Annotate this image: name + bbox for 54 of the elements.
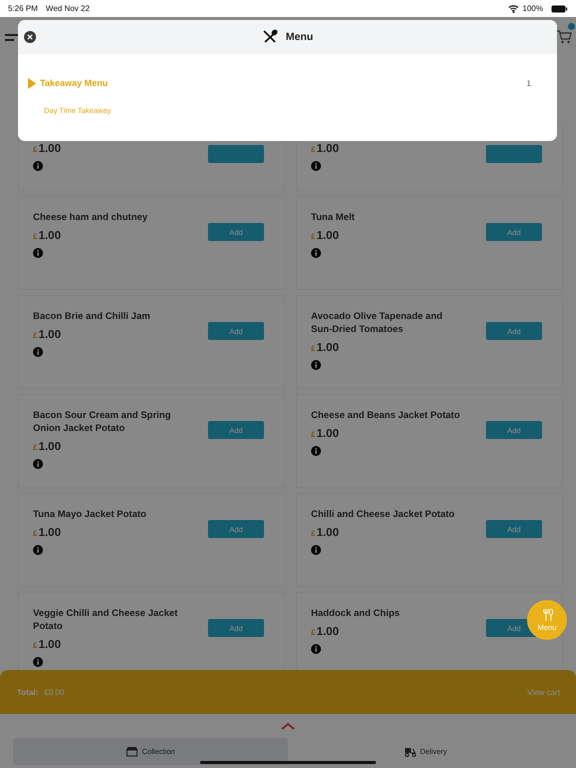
menu-icon[interactable] [5, 34, 18, 40]
info-icon[interactable] [33, 248, 43, 258]
product-price: £1.00 [33, 329, 62, 341]
total-amount: £0.00 [44, 688, 64, 696]
info-icon[interactable] [311, 644, 321, 654]
info-icon[interactable] [311, 360, 321, 370]
view-cart-link[interactable]: View cart [527, 688, 560, 696]
product-name: Tuna Melt [311, 211, 356, 224]
product-price: £1.00 [311, 428, 340, 440]
product-name: Haddock and Chips [311, 607, 401, 620]
product-price: £1.00 [33, 143, 62, 155]
cutlery-icon [262, 29, 278, 45]
info-icon[interactable] [311, 545, 321, 555]
store-icon [126, 746, 138, 757]
status-time: 5:26 PM [8, 4, 38, 13]
product-price: £1.00 [311, 143, 340, 155]
product-name: Chilli and Cheese Jacket Potato [311, 508, 456, 521]
cart-badge [568, 23, 575, 30]
cutlery-icon [542, 608, 552, 620]
scooter-icon [404, 746, 416, 757]
info-icon[interactable] [33, 347, 43, 357]
wifi-icon [508, 4, 519, 13]
product-name: Tuna Mayo Jacket Potato [33, 508, 148, 521]
product-price: £1.00 [311, 626, 340, 638]
cart-icon[interactable] [556, 29, 572, 45]
product-name: Veggie Chilli and Cheese Jacket Potato [33, 607, 179, 633]
info-icon[interactable] [33, 545, 43, 555]
battery-icon [551, 4, 568, 12]
product-price: £1.00 [33, 639, 62, 651]
status-date: Wed Nov 22 [46, 4, 90, 13]
battery-level: 100% [522, 4, 543, 13]
product-name: Bacon Sour Cream and Spring Onion Jacket Potato [33, 409, 172, 435]
chevron-up-icon[interactable] [281, 722, 295, 730]
close-icon[interactable] [24, 31, 36, 43]
total-label: Total: [17, 688, 38, 696]
info-icon[interactable] [33, 657, 43, 667]
product-name: Cheese ham and chutney [33, 211, 149, 224]
product-price: £1.00 [311, 527, 340, 539]
info-icon[interactable] [311, 161, 321, 171]
product-price: £1.00 [33, 230, 62, 242]
menu-group-item[interactable]: Takeaway Menu [40, 78, 108, 88]
product-price: £1.00 [311, 342, 340, 354]
modal-title: Menu [286, 31, 314, 43]
product-price: £1.00 [33, 527, 62, 539]
product-name: Avocado Olive Tapenade and Sun-Dried Tomatoes [311, 310, 444, 336]
item-count: 1 [526, 78, 531, 88]
product-price: £1.00 [311, 230, 340, 242]
product-name: Bacon Brie and Chilli Jam [33, 310, 152, 323]
info-icon[interactable] [33, 161, 43, 171]
info-icon[interactable] [33, 459, 43, 469]
info-icon[interactable] [311, 248, 321, 258]
product-price: £1.00 [33, 441, 62, 453]
info-icon[interactable] [311, 446, 321, 456]
product-name: Cheese and Beans Jacket Potato [311, 409, 461, 422]
